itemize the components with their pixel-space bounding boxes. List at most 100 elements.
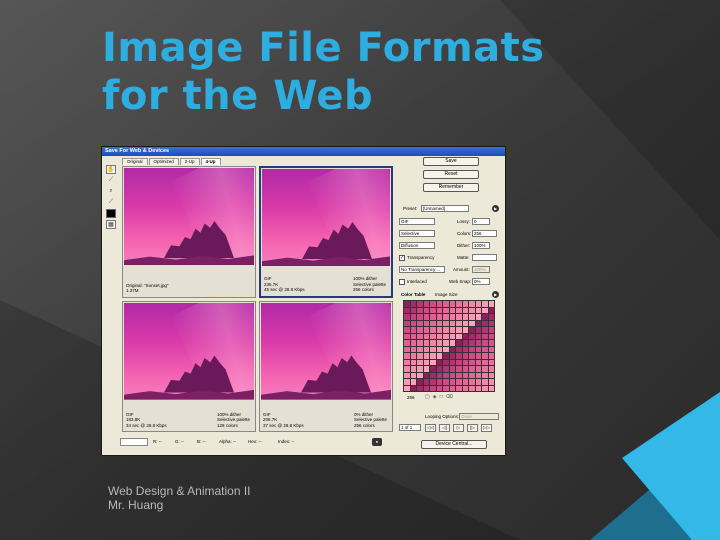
color-swatch[interactable] <box>469 359 475 365</box>
color-swatch[interactable] <box>488 340 494 346</box>
color-swatch[interactable] <box>469 346 475 352</box>
lossy-input[interactable]: 0 <box>472 218 490 225</box>
color-swatch[interactable] <box>423 372 429 378</box>
color-swatch[interactable] <box>482 366 488 372</box>
eyedropper-color-swatch[interactable] <box>106 209 116 218</box>
color-swatch[interactable] <box>436 340 442 346</box>
color-swatch[interactable] <box>482 333 488 339</box>
color-swatch[interactable] <box>443 353 449 359</box>
first-frame-button[interactable]: ◁◁ <box>425 424 436 432</box>
color-swatch[interactable] <box>482 340 488 346</box>
color-swatch[interactable] <box>469 340 475 346</box>
looping-select[interactable]: Once <box>459 413 499 420</box>
color-swatch[interactable] <box>404 366 410 372</box>
color-swatch[interactable] <box>456 353 462 359</box>
color-swatch[interactable] <box>417 340 423 346</box>
color-swatch[interactable] <box>410 353 416 359</box>
color-table-grid[interactable] <box>403 300 495 392</box>
dither-input[interactable]: 100% <box>472 242 490 249</box>
color-swatch[interactable] <box>404 333 410 339</box>
tab-optimized[interactable]: Optimized <box>148 158 179 165</box>
color-swatch[interactable] <box>430 320 436 326</box>
next-frame-button[interactable]: |▷ <box>467 424 478 432</box>
color-swatch[interactable] <box>462 372 468 378</box>
color-swatch[interactable] <box>475 359 481 365</box>
color-swatch[interactable] <box>417 307 423 313</box>
last-frame-button[interactable]: ▷▷ <box>481 424 492 432</box>
save-button[interactable]: Save <box>423 157 479 166</box>
color-swatch[interactable] <box>449 307 455 313</box>
websnap-input[interactable]: 0% <box>472 278 490 285</box>
color-swatch[interactable] <box>404 301 410 307</box>
color-swatch[interactable] <box>417 314 423 320</box>
color-swatch[interactable] <box>436 314 442 320</box>
color-table-menu-icon[interactable]: ▶ <box>492 291 499 298</box>
color-swatch[interactable] <box>443 301 449 307</box>
color-reduction-select[interactable]: Selective <box>399 230 435 237</box>
color-swatch[interactable] <box>436 385 442 391</box>
color-swatch[interactable] <box>410 340 416 346</box>
color-swatch[interactable] <box>475 333 481 339</box>
color-swatch[interactable] <box>449 327 455 333</box>
color-swatch[interactable] <box>404 353 410 359</box>
color-swatch[interactable] <box>410 385 416 391</box>
color-swatch[interactable] <box>488 314 494 320</box>
color-swatch[interactable] <box>423 327 429 333</box>
zoom-level-select[interactable] <box>120 438 148 446</box>
color-swatch[interactable] <box>456 301 462 307</box>
color-swatch[interactable] <box>462 314 468 320</box>
color-swatch[interactable] <box>456 314 462 320</box>
tab-color-table[interactable]: Color Table <box>401 291 425 298</box>
color-swatch[interactable] <box>482 385 488 391</box>
color-swatch[interactable] <box>449 353 455 359</box>
color-swatch[interactable] <box>417 359 423 365</box>
color-swatch[interactable] <box>488 307 494 313</box>
color-swatch[interactable] <box>482 379 488 385</box>
color-swatch[interactable] <box>469 301 475 307</box>
color-swatch[interactable] <box>430 353 436 359</box>
color-swatch[interactable] <box>462 379 468 385</box>
transparency-checkbox[interactable]: ✓ <box>399 255 405 261</box>
color-swatch[interactable] <box>462 307 468 313</box>
browser-preview-icon[interactable]: ● <box>372 438 382 446</box>
preview-pane-optimized-1[interactable]: GIF 235.7K 45 sec @ 28.8 Kbps 100% dithe… <box>259 166 393 298</box>
color-swatch[interactable] <box>430 379 436 385</box>
color-swatch[interactable] <box>436 307 442 313</box>
color-swatch[interactable] <box>436 359 442 365</box>
color-swatch[interactable] <box>469 320 475 326</box>
color-swatch[interactable] <box>462 327 468 333</box>
color-swatch[interactable] <box>436 346 442 352</box>
color-swatch[interactable] <box>423 385 429 391</box>
color-swatch[interactable] <box>469 385 475 391</box>
colors-select[interactable]: 256 <box>472 230 497 237</box>
color-swatch[interactable] <box>449 333 455 339</box>
color-swatch[interactable] <box>417 366 423 372</box>
color-swatch[interactable] <box>449 340 455 346</box>
color-swatch[interactable] <box>436 372 442 378</box>
color-swatch[interactable] <box>410 346 416 352</box>
color-swatch[interactable] <box>449 385 455 391</box>
color-swatch[interactable] <box>430 366 436 372</box>
color-swatch[interactable] <box>430 307 436 313</box>
color-swatch[interactable] <box>449 314 455 320</box>
color-swatch[interactable] <box>410 366 416 372</box>
color-swatch[interactable] <box>475 320 481 326</box>
color-swatch[interactable] <box>404 372 410 378</box>
color-swatch[interactable] <box>423 340 429 346</box>
color-swatch[interactable] <box>430 314 436 320</box>
color-swatch[interactable] <box>475 346 481 352</box>
color-swatch[interactable] <box>423 320 429 326</box>
color-swatch[interactable] <box>410 301 416 307</box>
color-swatch[interactable] <box>423 314 429 320</box>
color-swatch[interactable] <box>404 379 410 385</box>
color-swatch[interactable] <box>436 327 442 333</box>
remember-button[interactable]: Remember <box>423 183 479 192</box>
color-swatch[interactable] <box>443 307 449 313</box>
color-swatch[interactable] <box>436 333 442 339</box>
color-swatch[interactable] <box>475 353 481 359</box>
tab-original[interactable]: Original <box>122 158 148 165</box>
web-icon[interactable]: ◈ <box>433 394 440 400</box>
color-swatch[interactable] <box>488 372 494 378</box>
color-swatch[interactable] <box>443 327 449 333</box>
color-swatch[interactable] <box>417 301 423 307</box>
